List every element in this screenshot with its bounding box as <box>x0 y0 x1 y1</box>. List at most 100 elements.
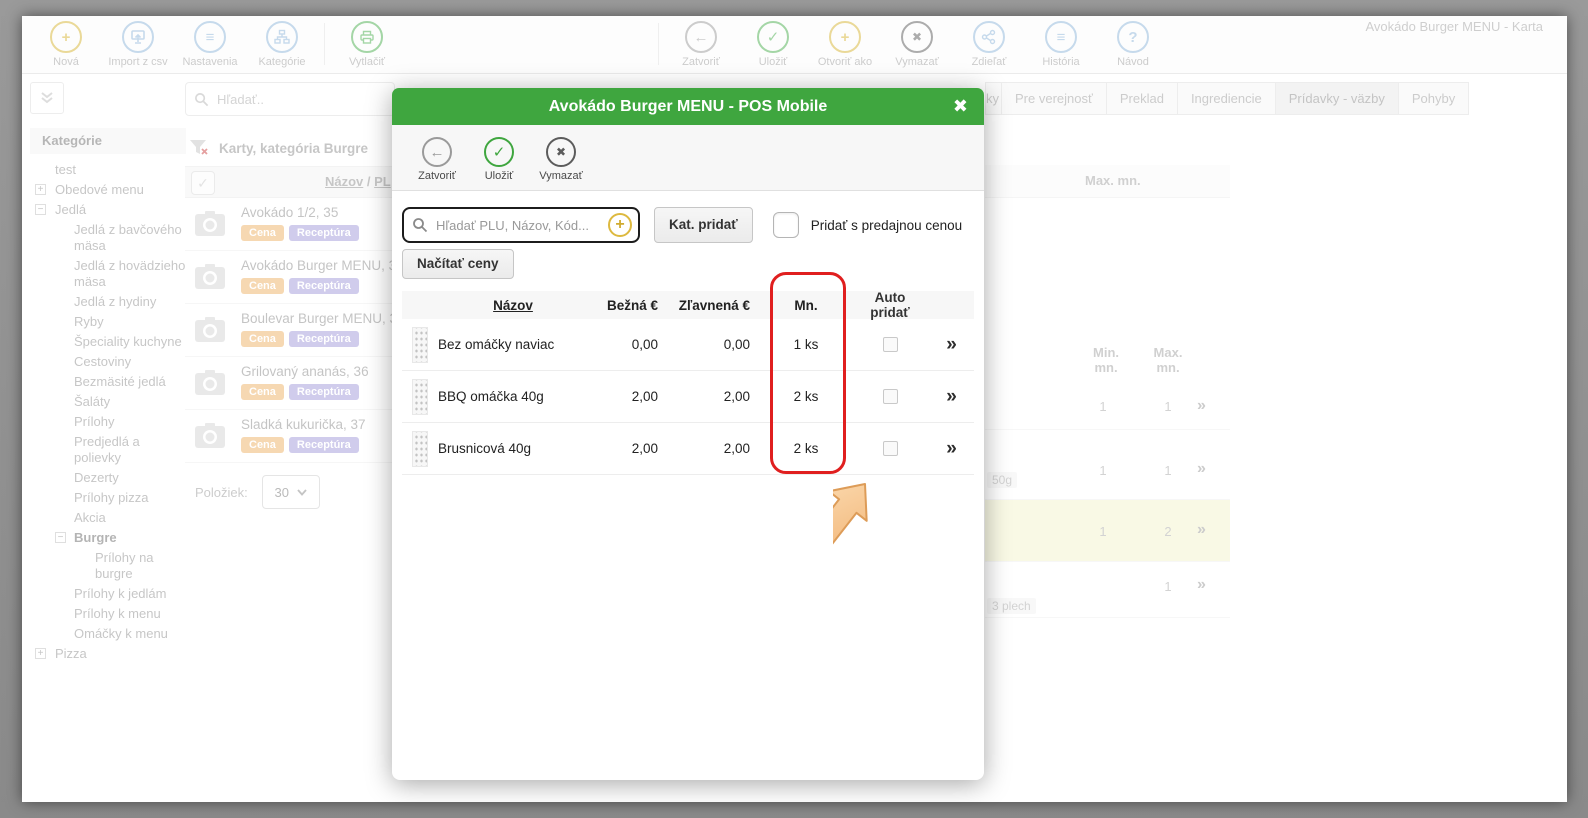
tab-preklad[interactable]: Preklad <box>1107 82 1178 115</box>
drag-handle-icon[interactable] <box>412 327 428 363</box>
sidebar-item[interactable]: Jedlá z bavčového mäsa <box>30 222 186 254</box>
annotation-arrow-icon <box>833 468 953 593</box>
filter-remove-icon <box>189 139 209 157</box>
open-row-button[interactable]: » <box>1197 460 1227 478</box>
discount-price-header: Zľavnená € <box>666 298 758 313</box>
dialog-close-button[interactable]: ← Zatvoriť <box>406 125 468 190</box>
sidebar-item[interactable]: Šaláty <box>30 394 186 410</box>
tab-pohyby[interactable]: Pohyby <box>1399 82 1469 115</box>
settings-button[interactable]: ≡ Nastavenia <box>174 21 246 68</box>
sidebar-item-obedove-menu[interactable]: +Obedové menu <box>30 182 186 198</box>
camera-icon <box>193 369 227 397</box>
back-arrow-icon: ← <box>685 21 717 53</box>
pos-mobile-dialog: Avokádo Burger MENU - POS Mobile ✖ ← Zat… <box>392 88 984 780</box>
sidebar-item[interactable]: Prílohy <box>30 414 186 430</box>
categories-button[interactable]: Kategórie <box>246 21 318 68</box>
auto-add-checkbox[interactable] <box>883 441 898 456</box>
addon-row: BBQ omáčka 40g 2,00 2,00 2 ks » <box>402 371 974 423</box>
sidebar-item[interactable]: Jedlá z hovädzieho mäsa <box>30 258 186 290</box>
recipe-badge: Receptúra <box>289 331 359 347</box>
category-tree: test +Obedové menu −Jedlá Jedlá z bavčov… <box>30 162 186 662</box>
tab-pre-verejnost[interactable]: Pre verejnosť <box>1002 82 1107 115</box>
sidebar-item-jedla[interactable]: −Jedlá <box>30 202 186 218</box>
close-doc-button[interactable]: ← Zatvoriť <box>665 21 737 68</box>
close-icon[interactable]: ✖ <box>953 88 968 125</box>
sidebar-item[interactable]: Akcia <box>30 510 186 526</box>
chevron-down-icon <box>297 489 307 496</box>
menu-lines-icon: ≡ <box>1045 21 1077 53</box>
add-category-button[interactable]: Kat. pridať <box>654 207 753 243</box>
sort-by-name[interactable]: Názov <box>325 174 363 189</box>
cross-icon: ✖ <box>901 21 933 53</box>
sidebar-item[interactable]: Ryby <box>30 314 186 330</box>
sidebar-item-test[interactable]: test <box>30 162 186 178</box>
menu-lines-icon: ≡ <box>194 21 226 53</box>
sidebar-item[interactable]: Omáčky k menu <box>30 626 186 642</box>
sidebar-item[interactable]: Prílohy k menu <box>30 606 186 622</box>
plus-icon: + <box>829 21 861 53</box>
open-row-button[interactable]: » <box>1197 397 1227 415</box>
sidebar-item[interactable]: Špeciality kuchyne <box>30 334 186 350</box>
sidebar-item[interactable]: Dezerty <box>30 470 186 486</box>
min-qty-header: Min. mn. <box>1083 345 1129 375</box>
new-button[interactable]: + Nová <box>30 21 102 68</box>
sidebar-item[interactable]: Predjedlá a polievky <box>30 434 186 466</box>
table-row: 3 plech 1 » <box>985 562 1230 618</box>
share-button[interactable]: Zdieľať <box>953 21 1025 68</box>
open-addon-button[interactable]: » <box>926 334 974 356</box>
auto-add-checkbox[interactable] <box>883 337 898 352</box>
cards-search-input[interactable] <box>215 91 386 108</box>
expand-icon[interactable]: + <box>35 648 46 659</box>
open-as-button[interactable]: + Otvoriť ako <box>809 21 881 68</box>
dialog-save-button[interactable]: ✓ Uložiť <box>468 125 530 190</box>
auto-add-header: Auto pridať <box>854 290 926 320</box>
sort-by-name[interactable]: Názov <box>493 298 533 313</box>
price-badge: Cena <box>241 437 284 453</box>
camera-icon <box>193 422 227 450</box>
dialog-delete-button[interactable]: ✖ Vymazať <box>530 125 592 190</box>
drag-handle-icon[interactable] <box>412 431 428 467</box>
sidebar-item[interactable]: Jedlá z hydiny <box>30 294 186 310</box>
help-button[interactable]: ? Návod <box>1097 21 1169 68</box>
sidebar-item[interactable]: Bezmäsité jedlá <box>30 374 186 390</box>
sidebar-item[interactable]: Prílohy k jedlám <box>30 586 186 602</box>
sidebar-item-burgre[interactable]: −Burgre <box>30 530 186 546</box>
history-button[interactable]: ≡ História <box>1025 21 1097 68</box>
sidebar-item[interactable]: Prílohy na burgre <box>30 550 186 582</box>
regular-price-header: Bežná € <box>588 298 666 313</box>
collapse-icon[interactable]: − <box>55 532 66 543</box>
add-plus-icon[interactable]: + <box>608 213 632 237</box>
sidebar-item[interactable]: Cestoviny <box>30 354 186 370</box>
sort-by-plu[interactable]: PL <box>374 174 391 189</box>
import-csv-button[interactable]: Import z csv <box>102 21 174 68</box>
cards-search-box[interactable] <box>185 82 395 116</box>
sale-price-checkbox[interactable] <box>773 212 799 238</box>
open-addon-button[interactable]: » <box>926 438 974 460</box>
tab-partial[interactable]: ky <box>985 82 1002 115</box>
cross-icon: ✖ <box>546 137 576 167</box>
open-row-button[interactable]: » <box>1197 576 1227 594</box>
save-button[interactable]: ✓ Uložiť <box>737 21 809 68</box>
collapse-sidebar-button[interactable] <box>30 82 64 114</box>
auto-add-checkbox[interactable] <box>883 389 898 404</box>
document-title: Avokádo Burger MENU - Karta <box>1366 19 1544 34</box>
open-row-button[interactable]: » <box>1197 521 1227 539</box>
plu-search-box[interactable]: + <box>402 207 640 243</box>
items-per-page-select[interactable]: 30 <box>262 475 320 509</box>
delete-button[interactable]: ✖ Vymazať <box>881 21 953 68</box>
expand-icon[interactable]: + <box>35 184 46 195</box>
tab-ingrediencie[interactable]: Ingrediencie <box>1178 82 1276 115</box>
addon-row: Bez omáčky naviac 0,00 0,00 1 ks » <box>402 319 974 371</box>
open-addon-button[interactable]: » <box>926 386 974 408</box>
drag-handle-icon[interactable] <box>412 379 428 415</box>
sidebar-item-pizza[interactable]: +Pizza <box>30 646 186 662</box>
load-prices-button[interactable]: Načítať ceny <box>402 249 514 279</box>
plus-icon: + <box>50 21 82 53</box>
tab-pridavky-vazby[interactable]: Prídavky - väzby <box>1276 82 1399 115</box>
sidebar-item[interactable]: Prílohy pizza <box>30 490 186 506</box>
print-button[interactable]: Vytlačiť <box>331 21 403 68</box>
collapse-icon[interactable]: − <box>35 204 46 215</box>
camera-icon <box>193 316 227 344</box>
select-all-checkbox[interactable]: ✓ <box>191 171 215 195</box>
plu-search-input[interactable] <box>434 217 608 234</box>
